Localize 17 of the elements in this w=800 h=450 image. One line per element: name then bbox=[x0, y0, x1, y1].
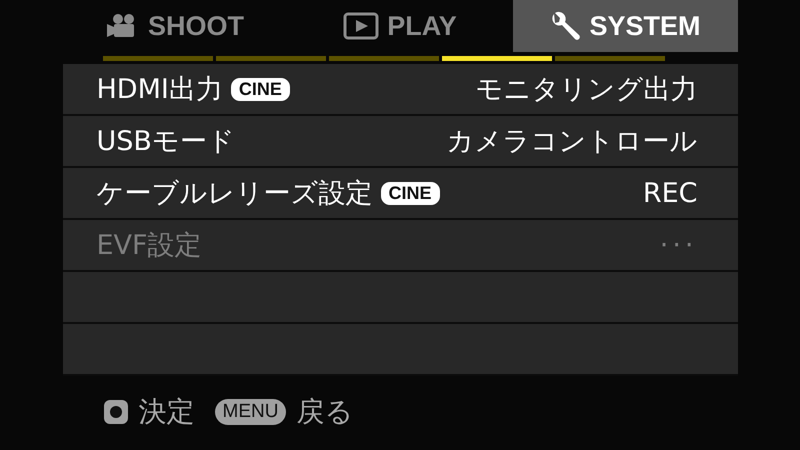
hint-text: 戻る bbox=[296, 394, 354, 430]
menu-item-value: モニタリング出力 bbox=[476, 73, 698, 107]
cine-badge: CINE bbox=[380, 182, 440, 204]
hint-text: 決定 bbox=[138, 394, 194, 430]
play-icon bbox=[343, 12, 380, 40]
menu-key-label: MENU bbox=[214, 399, 286, 425]
menu-item-value: カメラコントロール bbox=[446, 125, 698, 159]
menu-item-label[interactable]: ケーブルレリーズ設定 bbox=[96, 175, 372, 211]
menu-tab[interactable]: PLAY bbox=[288, 0, 512, 52]
menu-item-value: ··· bbox=[660, 230, 698, 260]
menu-tab[interactable]: SYSTEM bbox=[512, 0, 738, 52]
menu-item-label[interactable]: HDMI出力 bbox=[96, 71, 223, 107]
ok-button-icon bbox=[102, 399, 128, 425]
menu-item-value: REC bbox=[642, 178, 698, 208]
menu-tab[interactable]: SHOOT bbox=[62, 0, 288, 52]
menu-item-label[interactable]: USBモード bbox=[96, 123, 235, 159]
cine-badge: CINE bbox=[230, 78, 290, 100]
